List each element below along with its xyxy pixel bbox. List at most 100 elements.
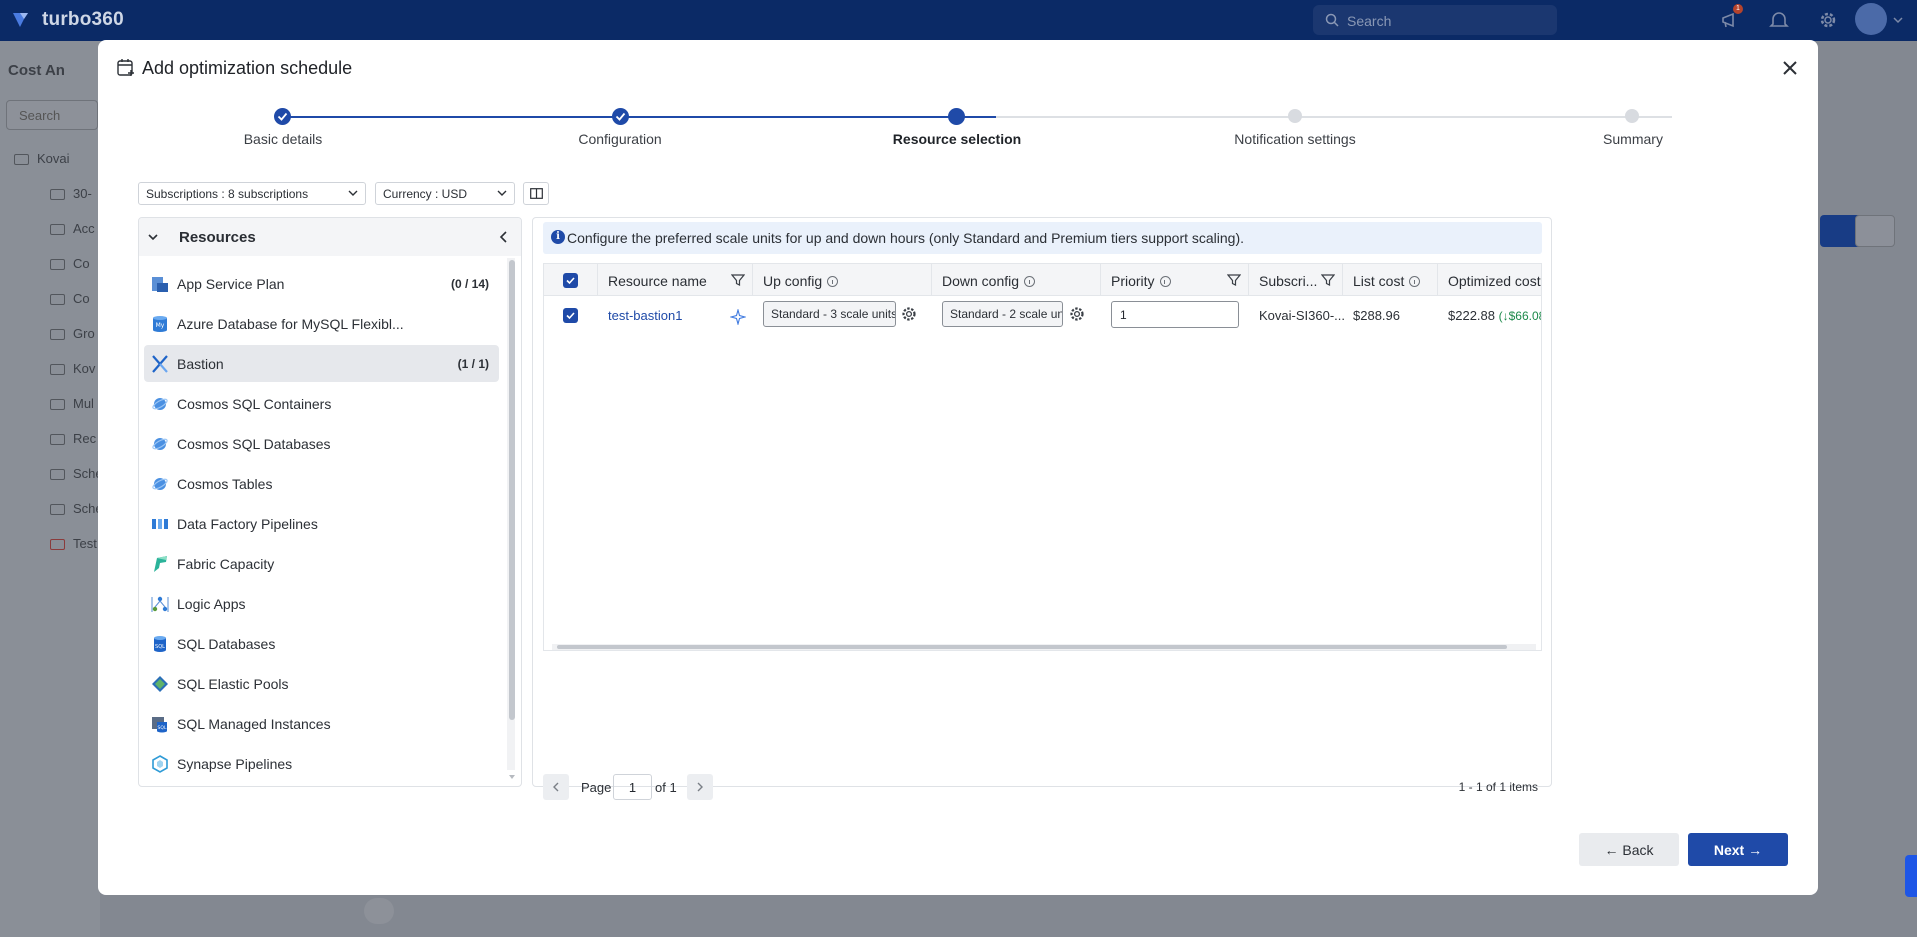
svg-text:My: My <box>156 322 165 329</box>
background-tree-item[interactable]: Rec <box>50 431 96 451</box>
background-search-input[interactable]: Search <box>6 100 98 130</box>
column-header-resource-name[interactable]: Resource name <box>598 264 753 296</box>
background-tree-item[interactable]: Acc <box>50 221 95 241</box>
stepper-remaining-line <box>996 116 1672 118</box>
background-tree-item[interactable]: Co <box>50 291 90 311</box>
column-header-down-config[interactable]: Down config <box>932 264 1101 296</box>
resource-item-cosmos-sql-containers[interactable]: Cosmos SQL Containers <box>144 385 499 422</box>
info-circle-icon[interactable] <box>1409 275 1421 287</box>
resources-scrollbar-thumb[interactable] <box>509 260 515 720</box>
collapse-panel-icon[interactable] <box>499 230 509 244</box>
resource-item-sql-managed-instances[interactable]: SQL SQL Managed Instances <box>144 705 499 742</box>
scroll-down-arrow-icon[interactable] <box>508 773 516 781</box>
checkmark-icon <box>566 312 575 320</box>
background-tree-item[interactable]: Sche <box>50 466 103 486</box>
column-chooser-button[interactable] <box>523 182 549 205</box>
next-page-button[interactable] <box>687 774 713 800</box>
items-count-label: 1 - 1 of 1 items <box>1458 780 1538 794</box>
subscriptions-filter-dropdown[interactable]: Subscriptions : 8 subscriptions <box>138 182 366 205</box>
sql-database-icon: SQL <box>154 636 166 652</box>
list-cost-cell: $288.96 <box>1353 308 1400 323</box>
priority-input[interactable]: 1 <box>1111 301 1239 328</box>
currency-filter-dropdown[interactable]: Currency : USD <box>375 182 515 205</box>
resource-item-sql-databases[interactable]: SQL SQL Databases <box>144 625 499 662</box>
background-refresh-button[interactable] <box>1855 215 1895 247</box>
resources-panel: Resources App Service Plan (0 / 14) My A… <box>138 217 522 787</box>
resource-item-bastion[interactable]: Bastion (1 / 1) <box>144 345 499 382</box>
cosmos-icon <box>152 478 168 490</box>
grid-header-row: Resource name Up config Down config Prio… <box>544 264 1541 296</box>
global-search-input[interactable]: Search <box>1313 5 1557 35</box>
gear-icon[interactable] <box>1817 9 1839 31</box>
gear-icon[interactable] <box>1068 305 1086 323</box>
close-icon[interactable] <box>1778 56 1802 80</box>
resource-item-fabric-capacity[interactable]: Fabric Capacity <box>144 545 499 582</box>
row-checkbox[interactable] <box>563 308 578 323</box>
background-tree-item[interactable]: Kov <box>50 361 95 381</box>
step-configuration-label[interactable]: Configuration <box>578 131 661 147</box>
subscriptions-filter-value: Subscriptions : 8 subscriptions <box>146 187 309 201</box>
filter-icon[interactable] <box>731 273 745 287</box>
resource-item-app-service-plan[interactable]: App Service Plan (0 / 14) <box>144 265 499 302</box>
down-config-select[interactable]: Standard - 2 scale unit <box>942 301 1063 327</box>
back-button[interactable]: ← Back <box>1579 833 1679 866</box>
select-all-header <box>544 264 598 296</box>
resource-name-link[interactable]: test-bastion1 <box>608 308 682 323</box>
step-resource-selection-dot[interactable] <box>948 108 965 125</box>
step-notification-settings-dot <box>1288 109 1302 123</box>
background-tree-item[interactable]: Sche <box>50 501 103 521</box>
gear-icon[interactable] <box>900 305 918 323</box>
info-circle-icon[interactable] <box>1024 275 1036 287</box>
stepper-progress-line <box>283 116 996 118</box>
previous-page-button[interactable] <box>543 774 569 800</box>
column-header-subscription[interactable]: Subscri... <box>1249 264 1343 296</box>
step-configuration-dot[interactable] <box>612 108 629 125</box>
step-basic-details-dot[interactable] <box>274 108 291 125</box>
filter-icon[interactable] <box>1321 273 1335 287</box>
background-tree-item[interactable]: Gro <box>50 326 95 346</box>
step-basic-details-label[interactable]: Basic details <box>244 131 323 147</box>
horizontal-scrollbar-thumb[interactable] <box>557 645 1507 649</box>
resource-item-cosmos-sql-databases[interactable]: Cosmos SQL Databases <box>144 425 499 462</box>
resource-item-synapse-pipelines[interactable]: Synapse Pipelines <box>144 745 499 782</box>
step-resource-selection-label[interactable]: Resource selection <box>893 131 1021 147</box>
column-header-optimized-cost[interactable]: Optimized cost <box>1438 264 1541 296</box>
background-tree-item[interactable]: Mul <box>50 396 94 416</box>
resource-item-logic-apps[interactable]: Logic Apps <box>144 585 499 622</box>
chevron-down-icon <box>348 190 358 196</box>
folder-icon <box>50 224 65 236</box>
info-circle-icon[interactable] <box>1159 275 1171 287</box>
folder-icon <box>50 469 65 481</box>
sql-managed-instance-icon: SQL <box>152 717 167 733</box>
column-header-up-config[interactable]: Up config <box>753 264 932 296</box>
resource-item-cosmos-tables[interactable]: Cosmos Tables <box>144 465 499 502</box>
info-circle-icon[interactable] <box>827 275 839 287</box>
filter-icon[interactable] <box>1227 273 1241 287</box>
feedback-tab[interactable] <box>1905 855 1917 897</box>
resource-item-data-factory-pipelines[interactable]: Data Factory Pipelines <box>144 505 499 542</box>
arrow-right-icon: → <box>1744 842 1763 858</box>
page-number-input[interactable]: 1 <box>613 774 652 800</box>
chevron-down-icon[interactable] <box>1893 15 1903 25</box>
notification-count-badge: 1 <box>1733 4 1743 14</box>
column-header-list-cost[interactable]: List cost <box>1343 264 1438 296</box>
column-header-priority[interactable]: Priority <box>1101 264 1249 296</box>
background-collapse-button[interactable] <box>364 898 394 924</box>
user-avatar[interactable] <box>1855 3 1887 35</box>
background-tree-item[interactable]: Co <box>50 256 90 276</box>
up-config-select[interactable]: Standard - 3 scale units <box>763 301 896 327</box>
search-icon <box>1325 13 1339 27</box>
background-tree-item[interactable]: 30- <box>50 186 92 206</box>
sparkle-icon[interactable] <box>730 309 746 325</box>
resources-grid: Resource name Up config Down config Prio… <box>543 263 1542 651</box>
resource-item-azure-mysql[interactable]: My Azure Database for MySQL Flexibl... <box>144 305 499 342</box>
background-tree-item[interactable]: Kovai <box>14 151 70 171</box>
chevron-down-icon[interactable] <box>147 232 159 242</box>
background-tree-item[interactable]: Test <box>50 536 97 556</box>
bell-icon[interactable] <box>1768 9 1790 31</box>
next-button[interactable]: Next → <box>1688 833 1788 866</box>
page-total-label: of 1 <box>655 780 677 795</box>
resource-item-sql-elastic-pools[interactable]: SQL Elastic Pools <box>144 665 499 702</box>
cosmos-icon <box>152 438 168 450</box>
select-all-checkbox[interactable] <box>563 273 578 288</box>
